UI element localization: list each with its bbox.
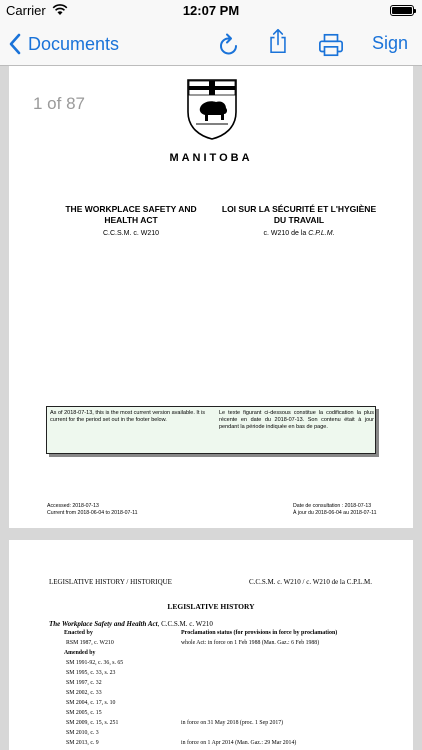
amended-by-label: Amended by [64,650,96,656]
manitoba-crest-icon [187,79,237,140]
print-icon[interactable] [318,32,344,58]
page-header-left: LEGISLATIVE HISTORY / HISTORIQUE [49,578,172,586]
accessed-date-french: Date de consultation : 2018-07-13 [293,503,372,509]
enacted-by-header: Enacted by [64,630,93,636]
history-row-status: in force on 31 May 2018 (proc. 1 Sep 201… [181,720,284,726]
chevron-left-icon [9,33,21,55]
sign-button[interactable]: Sign [372,33,408,54]
history-row-ref: SM 1997, c. 32 [66,680,102,686]
currency-notice-english: As of 2018-07-13, this is the most curre… [50,410,205,423]
province-heading: MANITOBA [169,152,253,164]
enacted-row-status: whole Act: in force on 1 Feb 1988 (Man. … [181,640,320,646]
history-row-ref: SM 2002, c. 33 [66,690,102,696]
history-row-status: in force on 1 Apr 2014 (Man. Gaz.: 29 Ma… [181,740,297,746]
history-row-ref: SM 2004, c. 17, s. 10 [66,700,116,706]
current-period-english: Current from 2018-06-04 to 2018-07-11 [47,510,138,516]
status-bar: Carrier 12:07 PM [0,0,422,22]
share-icon[interactable] [265,28,291,54]
current-period-french: À jour du 2018-06-04 au 2018-07-11 [293,510,377,516]
act-name: The Workplace Safety and Health Act [49,620,158,628]
currency-notice-box: As of 2018-07-13, this is the most curre… [46,406,376,454]
battery-icon [390,5,416,16]
history-row-ref: SM 2013, c. 9 [66,740,99,746]
enacted-row-ref: RSM 1987, c. W210 [66,640,114,646]
history-row-ref: SM 2010, c. 3 [66,730,99,736]
accessed-date-english: Accessed: 2018-07-13 [47,503,99,509]
page-header-right: C.C.S.M. c. W210 / c. W210 de la C.P.L.M… [249,578,373,586]
history-row-ref: SM 1995, c. 33, s. 23 [66,670,116,676]
refresh-icon[interactable] [216,32,242,58]
citation-french-prefix: c. W210 de la [263,230,309,237]
proclamation-status-header: Proclamation status (for provisions in f… [181,630,338,636]
history-row-ref: SM 1991-92, c. 36, s. 65 [66,660,124,666]
document-page-1[interactable]: 1 of 87 MANITOBA THE WORKPLACE SAFETY AN… [9,66,413,528]
citation-french: c. W210 de la C.P.L.M. [219,230,379,237]
act-title-english: THE WORKPLACE SAFETY AND HEALTH ACT [65,204,197,225]
act-reference: The Workplace Safety and Health Act, C.C… [49,620,213,628]
history-row-ref: SM 2005, c. 15 [66,710,102,716]
history-row-ref: SM 2009, c. 15, s. 251 [66,720,119,726]
act-title-french: LOI SUR LA SÉCURITÉ ET L'HYGIÈNE DU TRAV… [221,204,377,225]
act-citation: , C.C.S.M. c. W210 [157,620,213,628]
citation-french-code: C.P.L.M. [308,230,335,237]
clock: 12:07 PM [182,3,240,18]
document-page-2[interactable]: LEGISLATIVE HISTORY / HISTORIQUE C.C.S.M… [9,540,413,750]
footer-english: Accessed: 2018-07-13 Current from 2018-0… [47,503,137,517]
currency-notice-french: Le texte figurant ci-dessous constitue l… [219,410,374,430]
back-button-label: Documents [28,33,120,54]
back-button[interactable]: Documents [8,30,119,58]
page-counter: 1 of 87 [33,94,85,113]
navigation-bar: Documents Sign [0,22,422,66]
footer-french: Date de consultation : 2018-07-13 À jour… [293,503,377,517]
citation-english: C.C.S.M. c. W210 [102,230,159,237]
legislative-history-title: LEGISLATIVE HISTORY [167,602,255,611]
